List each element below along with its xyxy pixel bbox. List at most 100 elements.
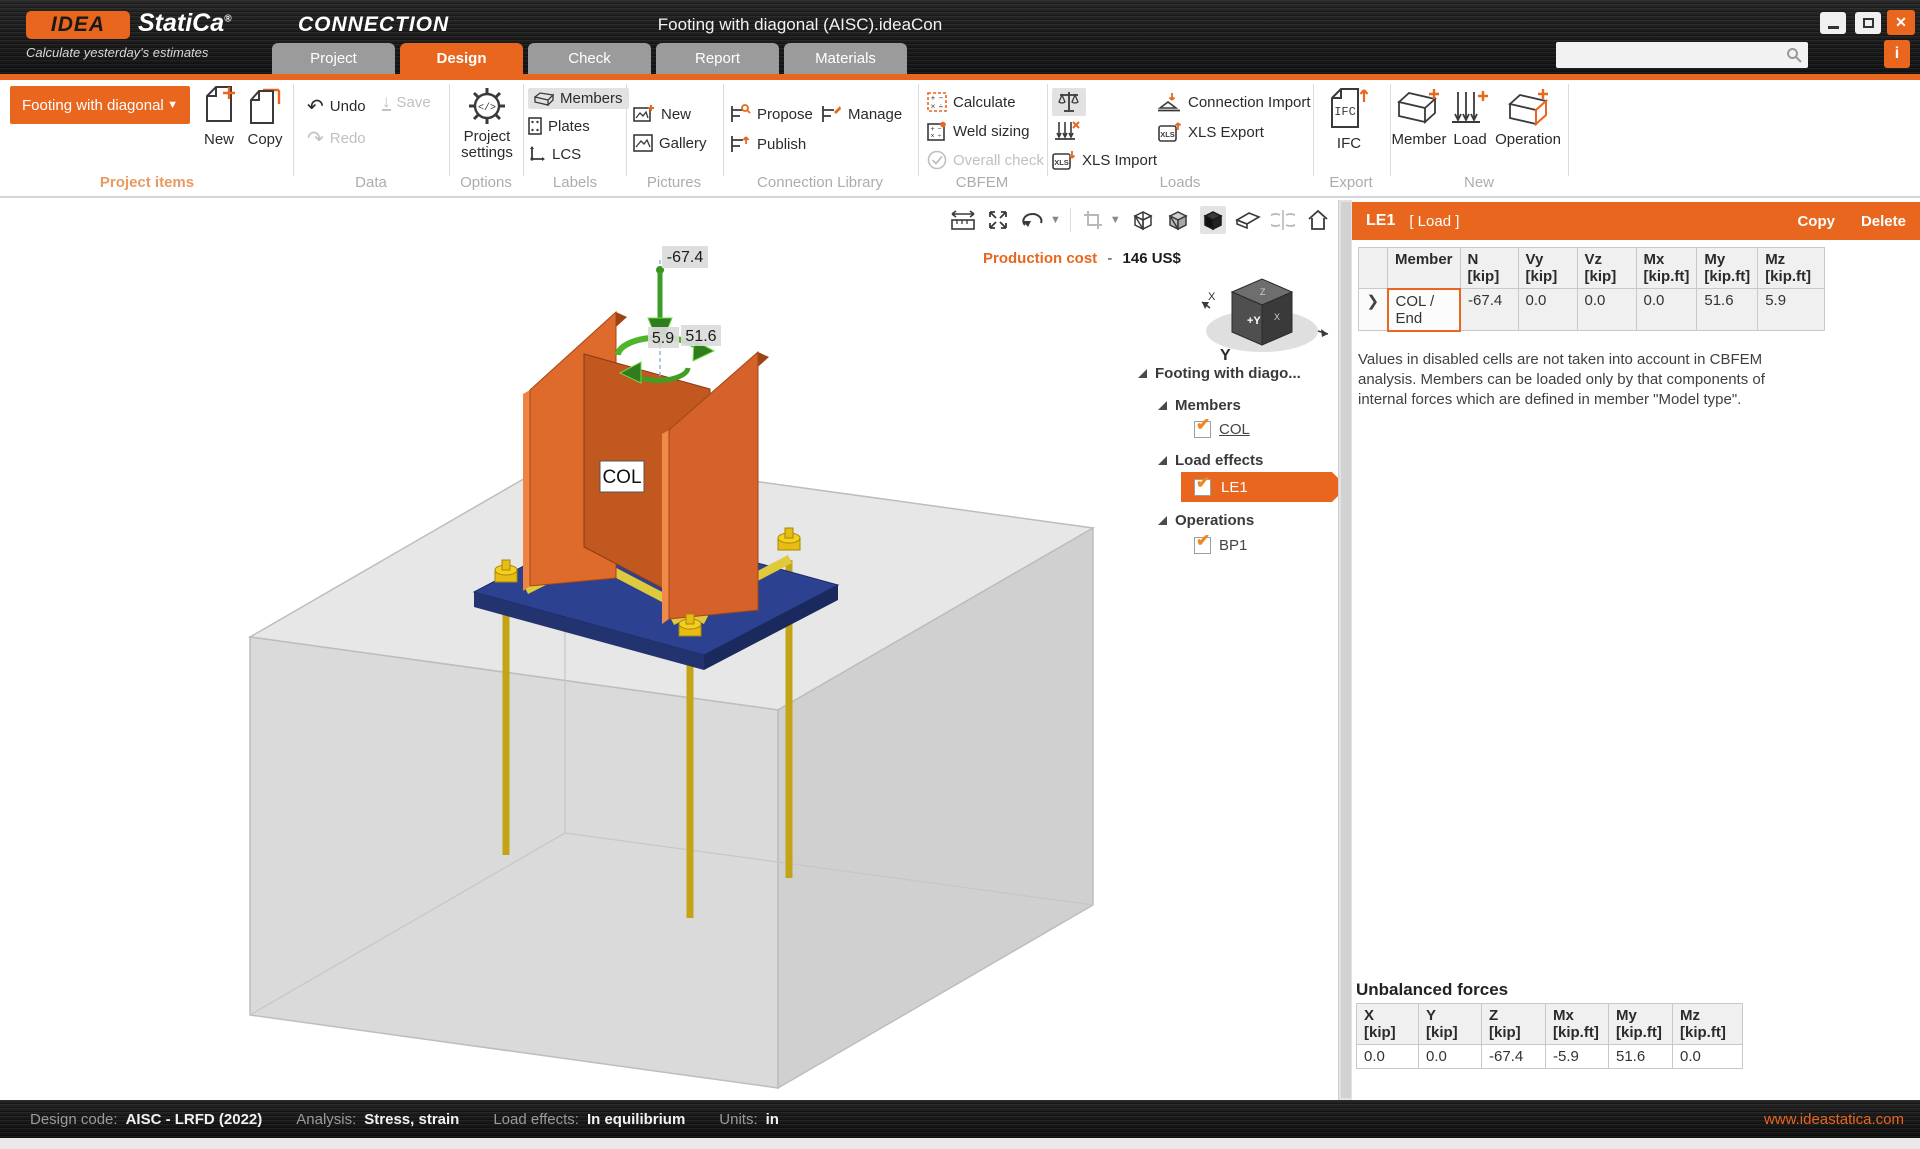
tab-project[interactable]: Project bbox=[272, 43, 395, 74]
new-member-button[interactable]: Member bbox=[1390, 88, 1448, 148]
mx-cell[interactable]: 0.0 bbox=[1636, 289, 1697, 331]
search-icon[interactable] bbox=[1786, 47, 1808, 63]
tree-item-bp1[interactable]: ✔ BP1 bbox=[1194, 537, 1247, 554]
new-project-item-button[interactable]: New bbox=[196, 86, 242, 148]
3d-viewport[interactable]: -67.4 5.9 51.6 COL ▼ bbox=[0, 200, 1338, 1100]
svg-text:÷: ÷ bbox=[939, 102, 944, 111]
xls-import-button[interactable]: XLS XLS Import bbox=[1052, 150, 1157, 170]
loads-in-equilibrium-toggle[interactable] bbox=[1054, 120, 1080, 144]
footing-3d-scene[interactable]: -67.4 5.9 51.6 COL bbox=[0, 200, 1338, 1100]
project-settings-button[interactable]: </> Project settings bbox=[442, 86, 532, 161]
manage-button[interactable]: Manage bbox=[820, 104, 902, 124]
zoom-fit-icon[interactable] bbox=[985, 206, 1011, 234]
chevron-down-icon[interactable]: ▼ bbox=[1110, 214, 1121, 226]
column-col[interactable] bbox=[523, 312, 769, 624]
internal-forces-table: Member N[kip] Vy[kip] Vz[kip] Mx[kip.ft]… bbox=[1358, 247, 1825, 332]
copy-project-item-button[interactable]: Copy bbox=[242, 86, 288, 148]
col-header-member: Member bbox=[1388, 248, 1461, 289]
info-button[interactable]: i bbox=[1884, 40, 1910, 68]
labels-members-toggle[interactable]: Members bbox=[528, 88, 629, 109]
tree-item-col[interactable]: ✔ COL bbox=[1194, 421, 1250, 438]
equilibrium-toggle[interactable] bbox=[1052, 88, 1086, 116]
expander-icon[interactable] bbox=[1138, 369, 1147, 378]
row-expander[interactable]: ❯ bbox=[1359, 289, 1388, 331]
vz-cell[interactable]: 0.0 bbox=[1577, 289, 1636, 331]
tab-check[interactable]: Check bbox=[528, 43, 651, 74]
maximize-button[interactable] bbox=[1855, 12, 1881, 34]
tree-group-members[interactable]: Members bbox=[1158, 397, 1241, 414]
solid-view-icon[interactable] bbox=[1200, 206, 1226, 234]
member-new-icon bbox=[1397, 88, 1441, 128]
labels-plates-toggle[interactable]: Plates bbox=[528, 117, 590, 135]
ifc-export-button[interactable]: IFC IFC bbox=[1326, 86, 1372, 152]
weld-sizing-button[interactable]: +− ×÷ Weld sizing bbox=[927, 121, 1029, 141]
chevron-down-icon[interactable]: ▼ bbox=[1050, 214, 1061, 226]
measure-icon[interactable] bbox=[950, 206, 976, 234]
tab-materials[interactable]: Materials bbox=[784, 43, 907, 74]
search-box[interactable] bbox=[1556, 42, 1808, 68]
expander-icon[interactable] bbox=[1158, 456, 1167, 465]
ifc-file-icon: IFC bbox=[1328, 86, 1370, 132]
connection-import-button[interactable]: Connection Import bbox=[1158, 92, 1311, 112]
group-separator bbox=[1568, 84, 1569, 176]
col-header-mx: Mx[kip.ft] bbox=[1636, 248, 1697, 289]
gallery-button[interactable]: Gallery bbox=[633, 134, 707, 152]
navcube-top-label: Z bbox=[1260, 287, 1266, 297]
mz-cell[interactable]: 5.9 bbox=[1758, 289, 1825, 331]
vy-cell[interactable]: 0.0 bbox=[1518, 289, 1577, 331]
tab-report[interactable]: Report bbox=[656, 43, 779, 74]
unb-mx: -5.9 bbox=[1546, 1045, 1609, 1069]
copy-load-button[interactable]: Copy bbox=[1797, 213, 1835, 230]
rotate-view-icon[interactable] bbox=[1020, 206, 1046, 234]
operation-new-icon bbox=[1506, 88, 1550, 128]
publish-button[interactable]: Publish bbox=[729, 134, 806, 154]
section-view-icon[interactable] bbox=[1235, 206, 1261, 234]
minimize-button[interactable] bbox=[1820, 12, 1846, 34]
ideastatica-link[interactable]: www.ideastatica.com bbox=[1764, 1111, 1904, 1128]
checkbox[interactable]: ✔ bbox=[1194, 421, 1211, 438]
overall-check-button[interactable]: Overall check bbox=[927, 150, 1044, 170]
wireframe-view-icon[interactable] bbox=[1130, 206, 1156, 234]
checkbox[interactable]: ✔ bbox=[1194, 479, 1211, 496]
new-operation-button[interactable]: Operation bbox=[1492, 88, 1564, 148]
tab-design[interactable]: Design bbox=[400, 43, 523, 74]
scrollbar-thumb[interactable] bbox=[1341, 202, 1351, 1098]
load-arrows bbox=[618, 260, 714, 383]
home-view-icon[interactable] bbox=[1305, 206, 1331, 234]
checkbox[interactable]: ✔ bbox=[1194, 537, 1211, 554]
my-cell[interactable]: 51.6 bbox=[1697, 289, 1758, 331]
flip-view-icon[interactable] bbox=[1270, 206, 1296, 234]
idea-logo-text: IDEA bbox=[51, 13, 105, 37]
group-separator bbox=[723, 84, 724, 176]
tagline: Calculate yesterday's estimates bbox=[26, 45, 208, 60]
new-load-button[interactable]: Load bbox=[1448, 88, 1492, 148]
close-button[interactable]: ✕ bbox=[1887, 10, 1915, 35]
undo-button[interactable]: ↶ Undo bbox=[307, 94, 366, 119]
n-cell[interactable]: -67.4 bbox=[1460, 289, 1518, 331]
viewport-scrollbar[interactable] bbox=[1338, 200, 1352, 1100]
tree-item-le1-selected[interactable]: ✔ LE1 bbox=[1181, 472, 1338, 502]
save-button[interactable]: ↓ Save bbox=[382, 94, 431, 111]
table-row: 0.0 0.0 -67.4 -5.9 51.6 0.0 bbox=[1357, 1045, 1743, 1069]
member-cell[interactable]: COL / End bbox=[1388, 289, 1461, 331]
navigation-cube[interactable]: +Y X Z Y X bbox=[1200, 268, 1330, 368]
xls-export-button[interactable]: XLS XLS Export bbox=[1158, 122, 1264, 142]
group-label-pictures: Pictures bbox=[639, 174, 709, 191]
calculate-button[interactable]: +− ×÷ Calculate bbox=[927, 92, 1016, 112]
propose-button[interactable]: Propose bbox=[729, 104, 813, 124]
picture-new-button[interactable]: New bbox=[633, 104, 691, 124]
check-icon: ✔ bbox=[1196, 415, 1210, 435]
expander-icon[interactable] bbox=[1158, 401, 1167, 410]
expander-icon[interactable] bbox=[1158, 516, 1167, 525]
search-input[interactable] bbox=[1556, 44, 1786, 66]
tree-group-load-effects[interactable]: Load effects bbox=[1158, 452, 1263, 469]
tree-group-operations[interactable]: Operations bbox=[1158, 512, 1254, 529]
redo-button[interactable]: ↷ Redo bbox=[307, 126, 366, 151]
delete-load-button[interactable]: Delete bbox=[1861, 213, 1906, 230]
project-item-dropdown[interactable]: Footing with diagonal ▼ bbox=[10, 86, 190, 124]
crop-icon[interactable] bbox=[1080, 206, 1106, 234]
member-col-label[interactable]: COL bbox=[600, 461, 644, 492]
labels-lcs-toggle[interactable]: LCS bbox=[528, 145, 581, 163]
transparent-view-icon[interactable] bbox=[1165, 206, 1191, 234]
tree-root[interactable]: Footing with diago... bbox=[1138, 365, 1301, 382]
